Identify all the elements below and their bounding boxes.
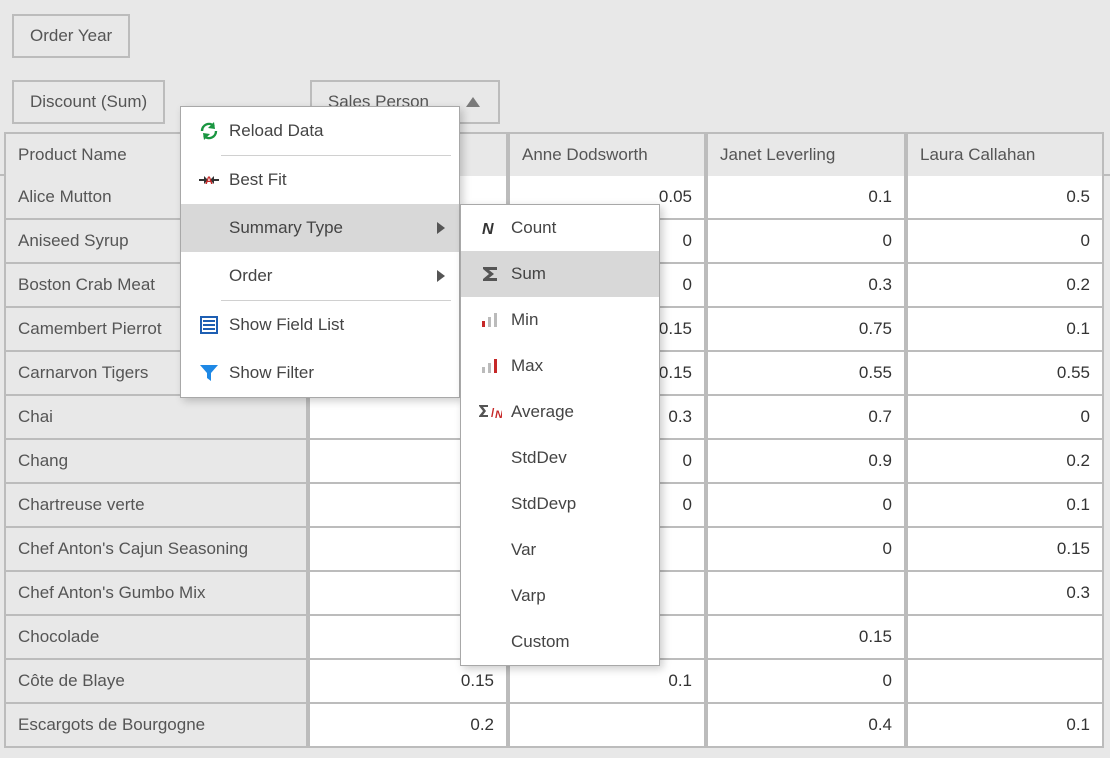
row-label[interactable]: Côte de Blaye (4, 660, 308, 704)
context-menu[interactable]: Reload Data A Best Fit Summary Type Order Sho… (180, 106, 460, 398)
submenu-item-label: StdDevp (511, 494, 576, 514)
submenu-item-varp[interactable]: Varp (461, 573, 659, 619)
menu-item-label: Best Fit (229, 170, 445, 190)
data-cell[interactable]: 0.1 (706, 176, 906, 220)
submenu-item-label: Var (511, 540, 536, 560)
data-cell[interactable]: 0.15 (906, 528, 1104, 572)
row-label[interactable]: Chef Anton's Gumbo Mix (4, 572, 308, 616)
data-cell[interactable]: 0 (906, 220, 1104, 264)
data-cell[interactable]: 0 (706, 220, 906, 264)
min-icon (469, 311, 511, 329)
data-cell[interactable]: 0.55 (906, 352, 1104, 396)
reload-icon (189, 121, 229, 141)
column-header[interactable]: Laura Callahan (906, 132, 1104, 176)
submenu-item-label: Count (511, 218, 556, 238)
data-cell[interactable]: 0.7 (706, 396, 906, 440)
data-cell[interactable]: 0.1 (906, 484, 1104, 528)
data-cell[interactable]: 0 (706, 660, 906, 704)
submenu-item-average[interactable]: /NAverage (461, 389, 659, 435)
summary-type-submenu[interactable]: N Count Sum Min Max/NAverage StdDev StdDevp Var… (460, 204, 660, 666)
menu-item-reload-data[interactable]: Reload Data (181, 107, 459, 155)
menu-item-order[interactable]: Order (181, 252, 459, 300)
menu-item-label: Show Field List (229, 315, 445, 335)
average-icon: /N (469, 403, 511, 421)
column-header[interactable]: Anne Dodsworth (508, 132, 706, 176)
data-cell[interactable] (906, 616, 1104, 660)
submenu-item-label: Sum (511, 264, 546, 284)
data-cell[interactable]: 0.1 (508, 660, 706, 704)
data-cell[interactable]: 0.2 (906, 264, 1104, 308)
fieldlist-icon (189, 316, 229, 334)
row-label[interactable]: Chocolade (4, 616, 308, 660)
submenu-item-label: Max (511, 356, 543, 376)
row-label[interactable]: Escargots de Bourgogne (4, 704, 308, 748)
submenu-item-label: Custom (511, 632, 570, 652)
table-row: Côte de Blaye0.150.10 (4, 660, 1104, 704)
menu-item-show-field-list[interactable]: Show Field List (181, 301, 459, 349)
submenu-item-max[interactable]: Max (461, 343, 659, 389)
data-cell[interactable]: 0.9 (706, 440, 906, 484)
row-label[interactable]: Chef Anton's Cajun Seasoning (4, 528, 308, 572)
count-icon: N (469, 219, 511, 237)
submenu-item-label: StdDev (511, 448, 567, 468)
menu-item-show-filter[interactable]: Show Filter (181, 349, 459, 397)
submenu-arrow-icon (437, 270, 445, 282)
column-header[interactable]: Janet Leverling (706, 132, 906, 176)
submenu-arrow-icon (437, 222, 445, 234)
submenu-item-var[interactable]: Var (461, 527, 659, 573)
data-cell[interactable]: 0.2 (308, 704, 508, 748)
data-area-field[interactable]: Discount (Sum) (12, 80, 165, 124)
data-cell[interactable] (508, 704, 706, 748)
data-cell[interactable]: 0 (906, 396, 1104, 440)
submenu-item-label: Min (511, 310, 538, 330)
data-cell[interactable]: 0.1 (906, 308, 1104, 352)
sort-ascending-icon (466, 97, 480, 107)
data-cell[interactable]: 0.4 (706, 704, 906, 748)
svg-text:N: N (495, 409, 502, 421)
filter-area-field[interactable]: Order Year (12, 14, 130, 58)
svg-text:N: N (482, 221, 494, 237)
data-cell[interactable]: 0.5 (906, 176, 1104, 220)
submenu-item-min[interactable]: Min (461, 297, 659, 343)
column-header-row: Product Name Anne Dodsworth Janet Leverl… (4, 132, 1104, 176)
menu-item-best-fit[interactable]: A Best Fit (181, 156, 459, 204)
submenu-item-label: Average (511, 402, 574, 422)
menu-item-label: Order (229, 266, 437, 286)
data-cell[interactable]: 0 (706, 484, 906, 528)
submenu-item-count[interactable]: N Count (461, 205, 659, 251)
submenu-item-custom[interactable]: Custom (461, 619, 659, 665)
menu-item-label: Show Filter (229, 363, 445, 383)
sum-icon (469, 265, 511, 283)
row-label[interactable]: Chang (4, 440, 308, 484)
row-label[interactable]: Chartreuse verte (4, 484, 308, 528)
svg-text:A: A (205, 175, 213, 187)
data-cell[interactable]: 0.3 (906, 572, 1104, 616)
data-cell[interactable]: 0 (706, 528, 906, 572)
submenu-item-label: Varp (511, 586, 546, 606)
max-icon (469, 357, 511, 375)
data-cell[interactable] (906, 660, 1104, 704)
data-cell[interactable]: 0.55 (706, 352, 906, 396)
data-cell[interactable]: 0.75 (706, 308, 906, 352)
submenu-item-stddev[interactable]: StdDev (461, 435, 659, 481)
menu-item-label: Reload Data (229, 121, 445, 141)
menu-item-label: Summary Type (229, 218, 437, 238)
data-cell[interactable]: 0.3 (706, 264, 906, 308)
data-cell[interactable]: 0.2 (906, 440, 1104, 484)
filter-icon (189, 364, 229, 382)
table-row: Escargots de Bourgogne0.2 0.40.1 (4, 704, 1104, 748)
bestfit-icon: A (189, 172, 229, 188)
data-cell[interactable]: 0.15 (706, 616, 906, 660)
data-cell[interactable] (706, 572, 906, 616)
submenu-item-sum[interactable]: Sum (461, 251, 659, 297)
menu-item-summary-type[interactable]: Summary Type (181, 204, 459, 252)
row-label[interactable]: Chai (4, 396, 308, 440)
data-cell[interactable]: 0.15 (308, 660, 508, 704)
submenu-item-stddevp[interactable]: StdDevp (461, 481, 659, 527)
data-cell[interactable]: 0.1 (906, 704, 1104, 748)
